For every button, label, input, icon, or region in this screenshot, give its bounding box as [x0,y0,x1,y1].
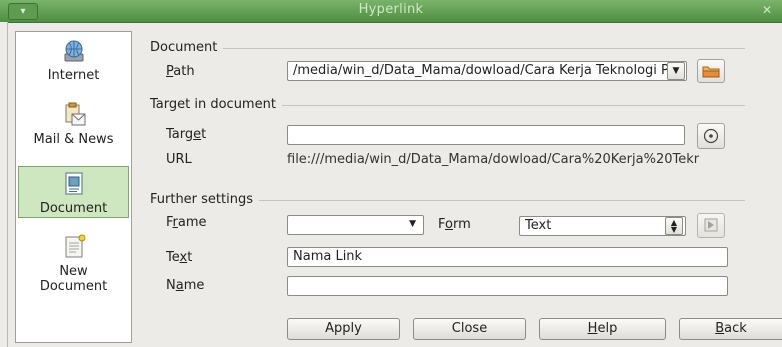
form-label-mnemonic: o [445,217,453,232]
document-section-divider [150,48,745,49]
target-label-post: t [201,127,207,142]
sidebar-item-mail-news[interactable]: Mail & News [16,102,131,147]
window-left-edge [0,22,8,347]
name-label-pre: N [166,278,176,293]
target-navigator-button[interactable] [697,123,725,149]
title-bar: ▾ Hyperlink ✕ [0,0,782,23]
sidebar-item-label: Mail & News [33,132,114,147]
text-label-post: t [187,250,193,265]
events-icon [704,218,718,232]
mail-news-icon [65,102,85,126]
target-circle-icon [703,128,719,144]
path-value: /media/win_d/Data_Mama/dowload/Cara Kerj… [293,63,669,78]
form-label-post: rm [452,217,471,232]
help-label-rest: elp [597,321,618,336]
help-mnemonic: H [587,321,598,336]
back-mnemonic: B [715,321,725,336]
target-label: Target [166,127,206,142]
new-document-icon [65,234,85,258]
url-value: file:///media/win_d/Data_Mama/dowload/Ca… [287,152,700,167]
path-dropdown-button[interactable]: ▼ [667,62,685,80]
name-input[interactable] [287,276,728,296]
apply-button[interactable]: Apply [287,318,400,340]
target-label-mnemonic: e [193,127,202,142]
path-combobox[interactable]: /media/win_d/Data_Mama/dowload/Cara Kerj… [287,61,687,81]
sidebar-item-label: Document [39,201,108,216]
text-label-pre: Te [166,250,180,265]
name-label-post: me [183,278,205,293]
text-value: Nama Link [293,249,363,264]
document-icon [65,172,82,195]
frame-label: Frame [166,215,207,230]
sidebar-item-label-line1: New [59,264,88,279]
path-label-rest: ath [173,64,195,79]
form-spin-button[interactable]: ▲ ▼ [665,217,683,235]
globe-icon [64,40,83,62]
form-label-pre: F [438,217,446,232]
sidebar-item-internet[interactable]: Internet [16,38,131,83]
back-label-rest: ack [724,321,747,336]
sidebar-item-document[interactable]: Document [18,166,129,218]
further-settings-heading: Further settings [150,192,260,207]
name-label: Name [166,278,204,293]
close-button[interactable]: Close [413,318,526,340]
path-label: Path [166,64,195,79]
text-input[interactable]: Nama Link [287,247,728,267]
target-section-heading: Target in document [150,97,282,112]
window-close-button[interactable]: ✕ [758,3,776,18]
text-label: Text [166,250,192,265]
form-events-button[interactable] [697,213,725,238]
url-label: URL [166,152,192,167]
frame-label-post: ame [177,215,207,230]
open-file-button[interactable] [697,59,725,83]
form-listbox[interactable]: Text [519,216,686,236]
hyperlink-dialog: ▾ Hyperlink ✕ Internet Mail & News Docum… [0,0,782,347]
target-label-pre: Targ [166,127,194,142]
hyperlink-type-sidebar: Internet Mail & News Document New Docume… [15,31,132,343]
frame-dropdown-button[interactable]: ▼ [346,216,422,234]
help-button[interactable]: Help [539,318,666,340]
document-section-heading: Document [150,40,224,55]
sidebar-item-label-line2: Document [39,279,108,294]
sidebar-item-label: Internet [47,68,100,83]
back-button[interactable]: Back [679,318,782,340]
sidebar-item-new-document[interactable]: New Document [16,234,131,294]
name-label-mnemonic: a [175,278,184,293]
folder-open-icon [702,66,720,78]
window-title: Hyperlink [358,2,424,17]
form-label: Form [438,217,471,232]
target-input[interactable] [287,125,685,145]
form-value: Text [525,218,552,233]
